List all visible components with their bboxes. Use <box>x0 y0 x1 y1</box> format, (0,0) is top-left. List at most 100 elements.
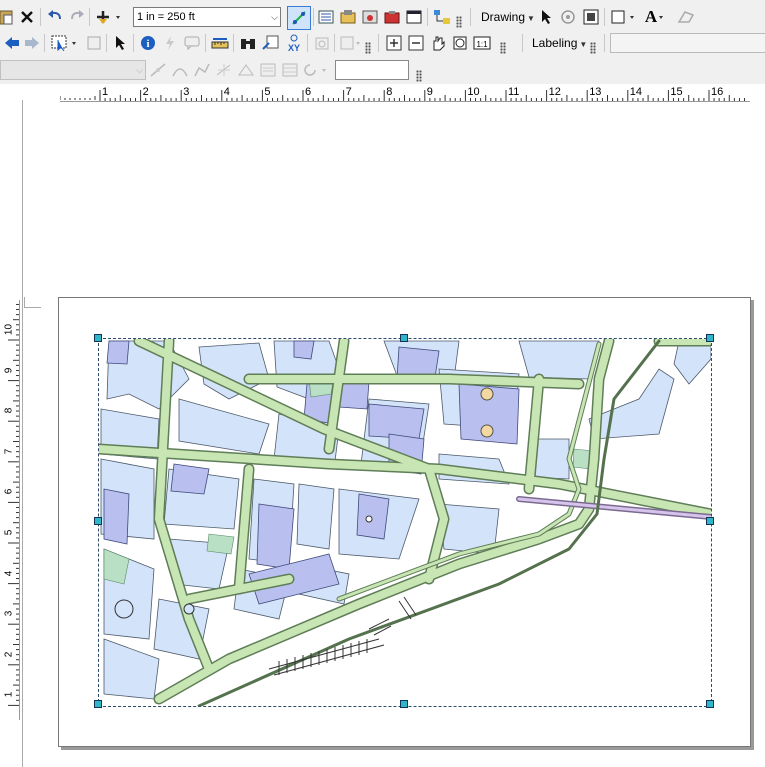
chevron-down-icon: ▼ <box>527 14 535 23</box>
select-features-icon[interactable] <box>50 33 82 53</box>
city-map <box>99 339 711 706</box>
separator <box>604 8 605 26</box>
layout-zoom-out-icon[interactable] <box>406 33 426 53</box>
layout-zoom-in-icon[interactable] <box>384 33 404 53</box>
html-popup-icon[interactable] <box>182 33 202 53</box>
table-of-contents-icon[interactable] <box>316 7 336 27</box>
arctoolbox-icon[interactable] <box>382 7 402 27</box>
delete-icon[interactable] <box>17 7 37 27</box>
end-point-arc-icon[interactable] <box>170 60 190 80</box>
data-frame[interactable] <box>98 338 712 707</box>
redo-icon[interactable] <box>67 7 87 27</box>
ruler-label: 8 <box>3 407 15 414</box>
paste-icon[interactable] <box>0 7 16 27</box>
tools-toolbar: i XY 1:1 Labeling ▼ <box>0 30 765 56</box>
separator <box>307 34 308 52</box>
horizontal-ruler: 1 2 3 4 5 6 7 8 9 10 11 12 13 14 15 16 <box>60 86 750 102</box>
standard-toolbar: 1 in = 250 ft ⌵ Drawing ▼ A <box>0 4 765 30</box>
toolbar-grip[interactable] <box>416 70 422 82</box>
separator <box>44 34 45 52</box>
chevron-down-icon: ⌵ <box>271 12 278 22</box>
selection-handle-w[interactable] <box>94 517 102 525</box>
separator <box>40 8 41 26</box>
selection-handle-e[interactable] <box>706 517 714 525</box>
svg-text:i: i <box>146 38 149 50</box>
toolbar-grip[interactable] <box>500 42 506 54</box>
ruler-label: 13 <box>589 86 602 98</box>
identify-icon[interactable]: i <box>138 33 158 53</box>
point-icon[interactable] <box>214 60 234 80</box>
sketch-properties-icon[interactable] <box>280 60 300 80</box>
editor-toolbar-icon[interactable] <box>287 6 311 30</box>
labeling-menu-label: Labeling <box>532 36 578 50</box>
ruler-label: 10 <box>3 323 15 336</box>
ruler-label: 3 <box>183 86 190 98</box>
sketch-input-field[interactable] <box>335 60 409 80</box>
rectangle-tool-icon[interactable] <box>609 7 639 27</box>
separator <box>205 34 206 52</box>
chevron-down-icon: ▼ <box>579 40 588 49</box>
separator <box>427 8 428 26</box>
toolbar-grip[interactable] <box>590 42 596 54</box>
ruler-label: 1 <box>102 86 109 98</box>
select-elements-icon[interactable] <box>111 33 131 53</box>
vertical-ruler: 10 9 8 7 6 5 4 3 2 1 <box>4 300 20 720</box>
python-window-icon[interactable] <box>404 7 424 27</box>
selection-handle-ne[interactable] <box>706 334 714 342</box>
ruler-label: 5 <box>264 86 271 98</box>
add-data-icon[interactable] <box>94 7 124 27</box>
select-elements-icon[interactable] <box>537 7 557 27</box>
go-to-xy-icon[interactable]: XY <box>284 33 304 53</box>
back-icon[interactable] <box>2 33 22 53</box>
model-builder-icon[interactable] <box>432 7 452 27</box>
selection-handle-sw[interactable] <box>94 700 102 708</box>
create-viewer-window-icon[interactable] <box>338 33 362 53</box>
forward-icon[interactable] <box>22 33 42 53</box>
find-binoculars-icon[interactable] <box>238 33 258 53</box>
ruler-label: 14 <box>629 86 643 98</box>
selection-handle-se[interactable] <box>706 700 714 708</box>
layout-pan-icon[interactable] <box>428 33 448 53</box>
ruler-label: 6 <box>305 86 312 98</box>
undo-icon[interactable] <box>45 7 65 27</box>
zoom-to-selected-icon[interactable] <box>581 7 601 27</box>
map-scale-combo[interactable]: 1 in = 250 ft ⌵ <box>133 7 281 27</box>
ruler-label: 16 <box>711 86 724 98</box>
trace-icon[interactable] <box>192 60 212 80</box>
drawing-menu-button[interactable]: Drawing ▼ <box>481 7 535 27</box>
separator <box>334 34 335 52</box>
ruler-label: 2 <box>3 651 15 658</box>
edit-vertices-icon[interactable] <box>236 60 256 80</box>
attributes-icon[interactable] <box>258 60 278 80</box>
edit-vertices-icon[interactable] <box>676 7 696 27</box>
labeling-menu-button[interactable]: Labeling ▼ <box>532 33 587 53</box>
target-layer-combo[interactable]: ⌵ <box>0 60 146 80</box>
hyperlink-icon[interactable] <box>160 33 180 53</box>
ruler-label: 6 <box>3 489 15 495</box>
zoom-whole-page-icon[interactable] <box>450 33 470 53</box>
ruler-label: 5 <box>3 529 15 536</box>
find-route-icon[interactable] <box>260 33 280 53</box>
ruler-label: 7 <box>345 86 352 98</box>
measure-icon[interactable] <box>210 33 230 53</box>
separator <box>378 34 379 52</box>
clear-selection-icon[interactable] <box>84 33 104 53</box>
catalog-icon[interactable] <box>338 7 358 27</box>
toolbar-grip[interactable] <box>456 16 462 28</box>
separator <box>233 34 234 52</box>
separator <box>133 34 134 52</box>
selection-handle-n[interactable] <box>400 334 408 342</box>
selection-handle-s[interactable] <box>400 700 408 708</box>
selection-handle-nw[interactable] <box>94 334 102 342</box>
time-slider-icon[interactable] <box>312 33 332 53</box>
straight-segment-icon[interactable] <box>148 60 168 80</box>
text-tool-icon[interactable]: A <box>641 7 671 27</box>
toolbar-grip[interactable] <box>365 42 371 54</box>
rotate-icon[interactable] <box>558 7 578 27</box>
ruler-label: 11 <box>508 86 520 98</box>
ruler-label: 3 <box>3 610 15 617</box>
rotate-tool-icon[interactable] <box>302 60 330 80</box>
zoom-100-percent-icon[interactable]: 1:1 <box>472 33 492 53</box>
label-layer-combo[interactable] <box>610 33 765 53</box>
search-window-icon[interactable] <box>360 7 380 27</box>
